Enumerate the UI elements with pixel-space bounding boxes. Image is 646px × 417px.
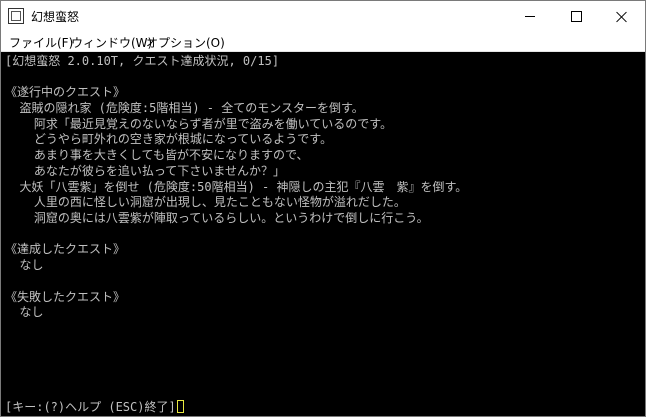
quest-description-line: あまり事を大きくしても皆が不安になりますので、 [5, 148, 309, 162]
quest-description-line: 阿求「最近見覚えのないならず者が里で盗みを働いているのです。 [5, 117, 393, 131]
quest-description-line: 人里の西に怪しい洞窟が出現し、見たこともない怪物が溢れだした。 [5, 195, 406, 209]
console-output[interactable]: [幻想蛮怒 2.0.10T, クエスト達成状況, 0/15] 《遂行中のクエスト… [1, 52, 645, 416]
close-icon [616, 11, 628, 23]
maximize-button[interactable] [553, 1, 599, 32]
menu-file[interactable]: ファイル(F) [9, 34, 73, 51]
title-bar[interactable]: 幻想蛮怒 [1, 1, 645, 32]
text-cursor [176, 400, 184, 413]
quest-description-line: 洞窟の奥には八雲紫が陣取っているらしい。というわけで倒しに行こう。 [5, 211, 429, 225]
key-prompt-text: [キー:(?)ヘルプ (ESC)終了] [5, 400, 176, 414]
quest-title: 盗賊の隠れ家 (危険度:5階相当) - 全てのモンスターを倒す。 [5, 101, 364, 115]
in-progress-heading: 《遂行中のクエスト》 [5, 85, 126, 99]
app-icon[interactable] [8, 8, 24, 24]
completed-heading: 《達成したクエスト》 [5, 242, 126, 256]
app-window: 幻想蛮怒 ファイル(F) ウィンドウ(W) オプション(O) [幻想蛮怒 2.0… [0, 0, 646, 417]
completed-none: なし [5, 258, 44, 272]
close-button[interactable] [599, 1, 645, 32]
window-title: 幻想蛮怒 [31, 10, 80, 24]
minimize-icon [525, 16, 535, 17]
maximize-icon [570, 11, 582, 22]
key-prompt: [キー:(?)ヘルプ (ESC)終了] [5, 400, 184, 416]
minimize-button[interactable] [507, 1, 553, 32]
menu-window[interactable]: ウィンドウ(W) [71, 34, 152, 51]
menu-options[interactable]: オプション(O) [146, 34, 225, 51]
menu-bar: ファイル(F) ウィンドウ(W) オプション(O) [1, 32, 645, 52]
quest-title: 大妖「八雲紫」を倒せ (危険度:50階相当) - 神隠しの主犯『八雲 紫』を倒す… [5, 180, 468, 194]
quest-description-line: どうやら町外れの空き家が根城になっているようです。 [5, 132, 333, 146]
quest-description-line: あなたが彼らを追い払って下さいませんか？」 [5, 164, 285, 178]
failed-heading: 《失敗したクエスト》 [5, 290, 126, 304]
failed-none: なし [5, 305, 44, 319]
console-header: [幻想蛮怒 2.0.10T, クエスト達成状況, 0/15] [5, 54, 280, 68]
